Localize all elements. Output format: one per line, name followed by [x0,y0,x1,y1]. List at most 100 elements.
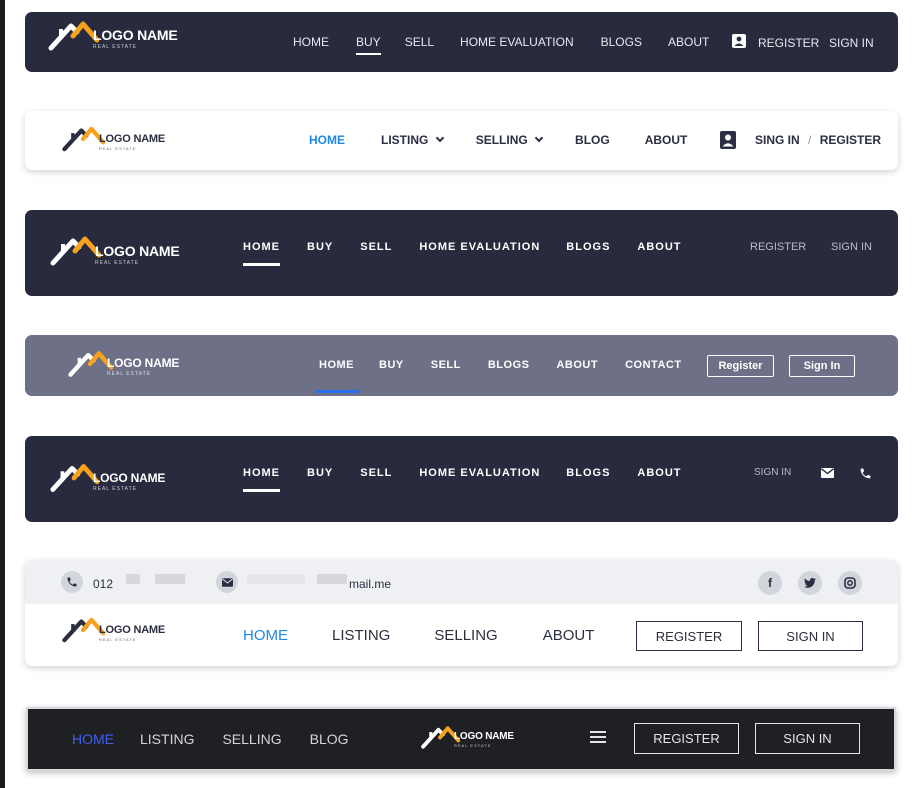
register-link[interactable]: REGISTER [750,241,806,253]
active-underline [315,390,359,393]
redacted-block [247,574,305,584]
nav-selling[interactable]: SELLING [222,731,281,747]
register-link[interactable]: REGISTER [820,133,881,147]
house-roof-logo-icon [50,464,99,492]
nav-home[interactable]: HOME [243,627,288,644]
nav-home[interactable]: HOME [315,359,359,393]
register-button[interactable]: REGISTER [634,723,739,754]
nav-listing[interactable]: LISTING [332,627,390,644]
signin-button[interactable]: SIGN IN [755,723,860,754]
nav-selling[interactable]: SELLING [434,627,497,644]
main-nav: HOME BUY SELL BLOGS ABOUT CONTACT [315,359,682,393]
user-badge-icon [720,131,736,149]
nav-buy[interactable]: BUY [356,35,381,55]
logo[interactable]: LOGO NAME REAL ESTATE [49,232,180,270]
logo[interactable]: LOGO NAME REAL ESTATE [49,460,165,496]
nav-blogs[interactable]: BLOGS [566,241,610,253]
house-roof-logo-icon [50,236,101,266]
nav-blogs[interactable]: BLOGS [566,467,610,479]
nav-about[interactable]: ABOUT [637,467,681,479]
nav-home[interactable]: HOME [309,133,345,147]
nav-home[interactable]: HOME [72,731,114,747]
nav-home-evaluation[interactable]: HOME EVALUATION [460,35,574,49]
nav-about[interactable]: ABOUT [637,241,681,253]
twitter-icon[interactable] [798,571,822,595]
nav-home[interactable]: HOME [293,35,329,49]
logo-tagline: REAL ESTATE [107,371,151,377]
phone-number: 012 [93,577,114,591]
signin-button[interactable]: Sign In [789,355,855,377]
chevron-down-icon [534,133,544,143]
nav-about[interactable]: ABOUT [543,627,595,644]
register-button[interactable]: Register [707,355,774,377]
user-badge-icon [732,34,746,48]
mail-icon [216,571,238,593]
nav-about[interactable]: ABOUT [645,133,688,147]
nav-blog[interactable]: BLOG [575,133,610,147]
signin-link[interactable]: SING IN [755,133,800,147]
signin-link[interactable]: SIGN IN [831,241,872,253]
nav-sell[interactable]: SELL [405,35,434,49]
nav-blogs[interactable]: BLOGS [488,359,530,371]
register-button[interactable]: REGISTER [636,621,742,651]
nav-blog[interactable]: BLOG [310,731,349,747]
logo[interactable]: LOGO NAME REAL ESTATE [420,723,514,752]
nav-selling[interactable]: SELLING [475,133,544,147]
header-4: LOGO NAME REAL ESTATE HOME BUY SELL BLOG… [25,335,898,396]
nav-about[interactable]: ABOUT [668,35,709,49]
active-underline [356,53,381,55]
main-nav: HOME LISTING SELLING ABOUT [243,627,594,644]
main-nav: HOME LISTING SELLING BLOG [72,731,349,747]
main-nav: HOME BUY SELL HOME EVALUATION BLOGS ABOU… [293,35,709,55]
logo-tagline: REAL ESTATE [93,44,137,50]
nav-buy[interactable]: BUY [379,359,404,371]
header-5: LOGO NAME REAL ESTATE HOME BUY SELL HOME… [25,436,898,522]
header-2: LOGO NAME REAL ESTATE HOME LISTING SELLI… [25,111,898,170]
nav-listing[interactable]: LISTING [381,133,444,147]
nav-listing[interactable]: LISTING [140,731,194,747]
logo[interactable]: LOGO NAME REAL ESTATE [61,614,165,646]
nav-blogs[interactable]: BLOGS [601,35,642,49]
facebook-icon[interactable]: f [758,571,782,595]
chevron-down-icon [435,133,444,143]
signin-link[interactable]: SIGN IN [754,467,791,478]
nav-buy[interactable]: BUY [307,241,333,253]
header-3: LOGO NAME REAL ESTATE HOME BUY SELL HOME… [25,210,898,296]
active-underline [243,489,280,492]
mail-icon[interactable] [821,468,834,478]
main-nav: HOME LISTING SELLING BLOG ABOUT [309,133,687,147]
nav-sell[interactable]: SELL [431,359,461,371]
register-link[interactable]: REGISTER [758,36,819,50]
left-edge [0,0,5,788]
auth-links: SING IN / REGISTER [755,133,881,147]
phone-icon[interactable] [859,467,872,480]
signin-button[interactable]: SIGN IN [758,621,863,651]
logo[interactable]: LOGO NAME REAL ESTATE [47,18,178,54]
instagram-icon[interactable] [838,571,862,595]
logo[interactable]: LOGO NAME REAL ESTATE [61,123,165,155]
redacted-block [155,574,185,584]
nav-home-evaluation[interactable]: HOME EVALUATION [419,467,540,479]
nav-home[interactable]: HOME [243,467,280,492]
phone-icon [61,571,83,593]
nav-home-evaluation[interactable]: HOME EVALUATION [419,241,540,253]
header-1: LOGO NAME REAL ESTATE HOME BUY SELL HOME… [25,12,898,72]
nav-selling-label: SELLING [475,133,528,147]
signin-link[interactable]: SIGN IN [829,36,874,50]
logo[interactable]: LOGO NAME REAL ESTATE [67,347,179,381]
logo-tagline: REAL ESTATE [454,743,492,748]
logo-name: LOGO NAME [454,731,514,742]
email-address: mail.me [349,577,392,591]
logo-tagline: REAL ESTATE [99,637,137,642]
nav-about[interactable]: ABOUT [556,359,598,371]
logo-tagline: REAL ESTATE [93,486,137,492]
nav-sell[interactable]: SELL [360,241,392,253]
auth-separator: / [808,133,812,147]
nav-buy[interactable]: BUY [307,467,333,479]
nav-contact[interactable]: CONTACT [625,359,681,371]
logo-tagline: REAL ESTATE [99,146,137,151]
nav-home[interactable]: HOME [243,241,280,266]
nav-sell[interactable]: SELL [360,467,392,479]
hamburger-menu-icon[interactable] [590,731,606,743]
main-nav: HOME BUY SELL HOME EVALUATION BLOGS ABOU… [243,467,682,492]
